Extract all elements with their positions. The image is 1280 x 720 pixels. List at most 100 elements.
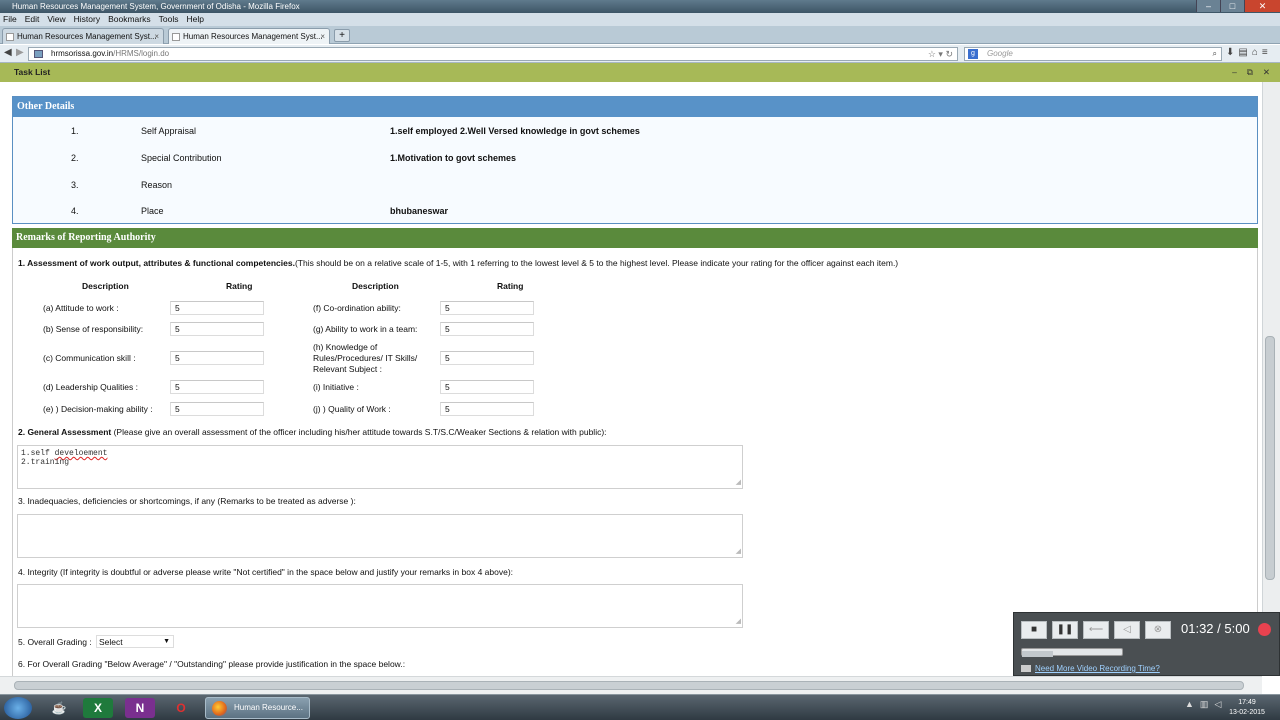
cancel-button[interactable]: ⊗ [1145, 621, 1171, 639]
minimize-button[interactable]: – [1196, 0, 1220, 12]
recording-progress-fill [1022, 651, 1053, 657]
more-recording-time-label: Need More Video Recording Time? [1035, 664, 1160, 673]
rating-label-decision-making: (e) ) Decision-making ability : [43, 404, 153, 414]
opera-icon[interactable]: O [166, 698, 196, 718]
start-button-icon[interactable] [4, 697, 32, 719]
bookmarks-icon[interactable]: ▤ [1238, 47, 1247, 58]
back-arrow-icon[interactable]: ◀ [4, 47, 12, 58]
rating-input-attitude[interactable]: 5 [170, 301, 264, 315]
other-details-row: 2. Special Contribution 1.Motivation to … [13, 151, 1257, 165]
teapot-app-icon[interactable]: ☕ [44, 698, 74, 718]
tab-label: Human Resources Management Syst... [17, 32, 157, 41]
tab-close-icon[interactable]: × [154, 29, 159, 44]
bookmark-star-icon[interactable]: ☆ [928, 49, 936, 59]
excel-icon[interactable]: X [83, 698, 113, 718]
tab-close-icon[interactable]: × [320, 29, 325, 44]
reload-icon[interactable]: ↻ [945, 49, 953, 59]
new-tab-button[interactable]: + [334, 29, 350, 42]
menu-file[interactable]: File [0, 13, 22, 26]
close-icon[interactable]: ✕ [1263, 63, 1270, 82]
question-5-label: 5. Overall Grading : [18, 637, 92, 647]
window-title-bar: Human Resources Management System, Gover… [0, 0, 1280, 13]
row-label: Place [141, 206, 164, 216]
onenote-icon[interactable]: N [125, 698, 155, 718]
menu-tools[interactable]: Tools [156, 13, 184, 26]
search-placeholder: Google [987, 49, 1013, 58]
menu-bookmarks[interactable]: Bookmarks [105, 13, 156, 26]
firefox-task-button[interactable]: Human Resource... [205, 697, 310, 719]
volume-button[interactable]: ◁ [1114, 621, 1140, 639]
dropdown-icon[interactable]: ▾ [938, 49, 943, 59]
row-value: 1.Motivation to govt schemes [390, 153, 517, 163]
url-bar-icons: ☆ ▾ ↻ [928, 48, 953, 60]
horizontal-scrollbar[interactable] [0, 676, 1262, 694]
rating-label-coordination: (f) Co-ordination ability: [313, 303, 401, 313]
chevron-down-icon: ▼ [163, 638, 170, 645]
rating-input-initiative[interactable]: 5 [440, 380, 534, 394]
inadequacies-textarea[interactable]: ◢ [17, 514, 743, 558]
forward-arrow-icon[interactable]: ▶ [16, 47, 24, 58]
url-bar[interactable]: hrmsorissa.gov.in/HRMS/login.do ☆ ▾ ↻ [28, 47, 958, 61]
google-icon[interactable]: g [968, 49, 978, 59]
rating-header: Rating [497, 281, 524, 291]
overall-grading-select[interactable]: Select ▼ [96, 635, 174, 648]
remarks-heading: Remarks of Reporting Authority [12, 228, 1258, 248]
maximize-button[interactable]: □ [1220, 0, 1244, 12]
rating-input-coordination[interactable]: 5 [440, 301, 534, 315]
resize-grip-icon[interactable]: ◢ [736, 478, 741, 487]
url-host: hrmsorissa.gov.in [51, 49, 114, 58]
rating-label-leadership: (d) Leadership Qualities : [43, 382, 138, 392]
screen-recorder-panel: ■ ❚❚ ⟵ ◁ ⊗ 01:32 / 5:00 Need More Video … [1013, 612, 1280, 676]
rating-input-decision-making[interactable]: 5 [170, 402, 264, 416]
integrity-textarea[interactable]: ◢ [17, 584, 743, 628]
scrollbar-thumb[interactable] [1265, 336, 1275, 580]
menu-edit[interactable]: Edit [22, 13, 45, 26]
stop-button[interactable]: ■ [1021, 621, 1047, 639]
menu-icon[interactable]: ≡ [1262, 47, 1268, 58]
menu-help[interactable]: Help [183, 13, 208, 26]
rating-input-knowledge[interactable]: 5 [440, 351, 534, 365]
rating-label-responsibility: (b) Sense of responsibility: [43, 324, 144, 334]
search-icon[interactable]: ⌕ [1213, 48, 1217, 60]
search-input[interactable]: g Google ⌕ [964, 47, 1222, 61]
horizontal-scrollbar-thumb[interactable] [14, 681, 1244, 690]
rating-input-quality[interactable]: 5 [440, 402, 534, 416]
minimize-icon[interactable]: – [1232, 63, 1237, 82]
tab-hrms-1[interactable]: Human Resources Management Syst... × [2, 28, 164, 44]
other-details-row: 4. Place bhubaneswar [13, 204, 1257, 218]
textarea-line: 1.self develoement [21, 449, 739, 458]
page-content: Other Details 1. Self Appraisal 1.self e… [0, 82, 1262, 676]
rating-input-responsibility[interactable]: 5 [170, 322, 264, 336]
speaker-icon[interactable]: ◁ [1214, 699, 1221, 710]
tray-arrow-icon[interactable]: ▲ [1185, 699, 1194, 710]
home-icon[interactable]: ⌂ [1252, 47, 1258, 58]
resize-grip-icon[interactable]: ◢ [736, 547, 741, 556]
general-assessment-textarea[interactable]: 1.self develoement 2.training ◢ [17, 445, 743, 489]
rating-label-initiative: (i) Initiative : [313, 382, 359, 392]
rating-input-leadership[interactable]: 5 [170, 380, 264, 394]
menu-history[interactable]: History [71, 13, 105, 26]
task-list-controls: – ⧉ ✕ [1232, 63, 1270, 82]
download-icon[interactable]: ⬇ [1226, 47, 1234, 58]
select-value: Select [99, 637, 123, 647]
restore-icon[interactable]: ⧉ [1247, 63, 1253, 82]
rating-input-communication[interactable]: 5 [170, 351, 264, 365]
rating-header: Rating [226, 281, 253, 291]
undo-button[interactable]: ⟵ [1083, 621, 1109, 639]
pause-button[interactable]: ❚❚ [1052, 621, 1078, 639]
network-icon[interactable]: ▥ [1200, 699, 1209, 710]
description-header: Description [352, 281, 399, 291]
system-tray: ▲ ▥ ◁ [1185, 699, 1221, 710]
rating-label-communication: (c) Communication skill : [43, 353, 136, 363]
rating-label-attitude: (a) Attitude to work : [43, 303, 119, 313]
resize-grip-icon[interactable]: ◢ [736, 617, 741, 626]
tab-hrms-2[interactable]: Human Resources Management Syst... × [168, 28, 330, 44]
more-recording-time-link[interactable]: Need More Video Recording Time? [1021, 664, 1160, 673]
windows-taskbar: ☕ X N O Human Resource... ▲ ▥ ◁ 17:49 13… [0, 694, 1280, 720]
taskbar-clock[interactable]: 17:49 13-02-2015 [1222, 698, 1272, 718]
close-window-button[interactable]: ✕ [1244, 0, 1280, 12]
recording-progress-bar [1021, 648, 1123, 657]
site-identity-icon [34, 50, 43, 58]
rating-input-teamwork[interactable]: 5 [440, 322, 534, 336]
menu-view[interactable]: View [44, 13, 70, 26]
